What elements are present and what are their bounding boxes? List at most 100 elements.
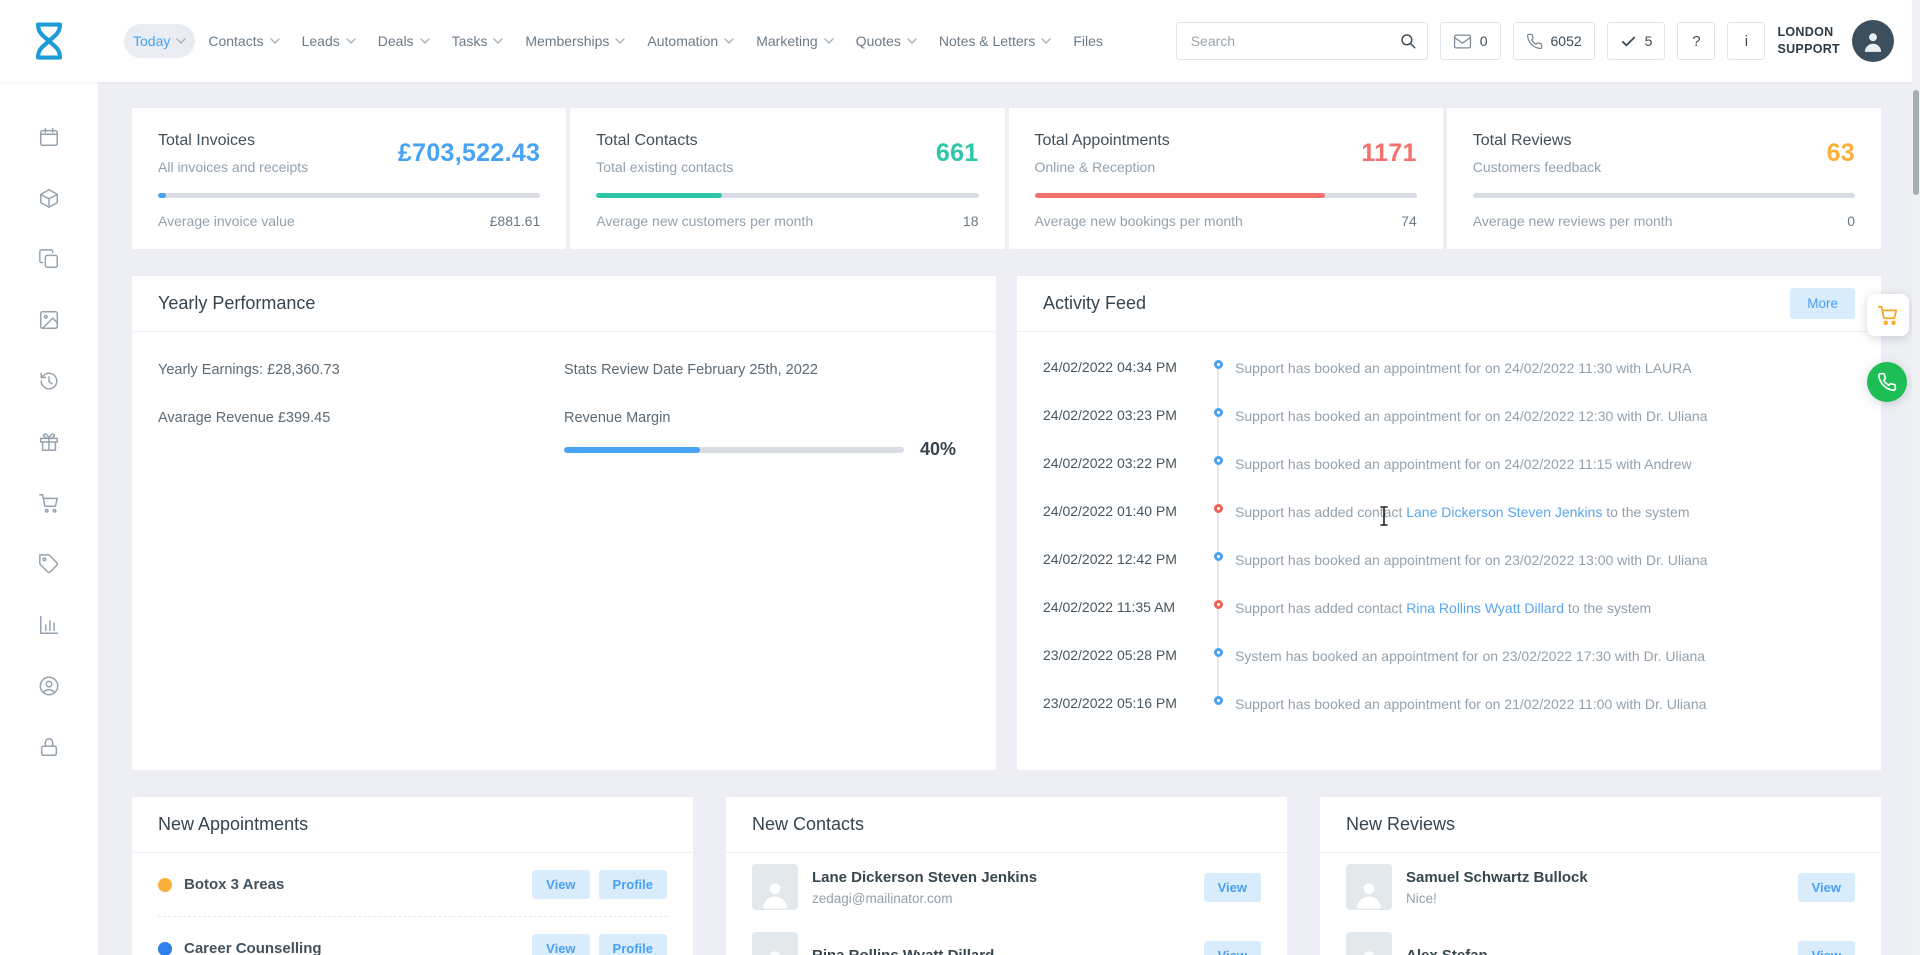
nav-item[interactable]: Quotes [847,24,926,58]
topbar-right: 0 6052 5 ? i LONDON SUPPORT [1175,20,1894,62]
feed-text: System has booked an appointment for on … [1235,646,1855,665]
package-icon[interactable] [38,187,60,209]
more-button[interactable]: More [1790,288,1855,319]
stat-footer-label: Average new bookings per month [1034,213,1243,229]
copy-icon[interactable] [38,248,60,270]
nav-item-label: Contacts [208,33,264,49]
view-button[interactable]: View [1797,940,1855,955]
chevron-down-icon [493,38,504,44]
profile-button[interactable]: Profile [598,934,667,955]
review-row: Samuel Schwartz Bullock Nice! View [1346,853,1855,921]
nav-item-label: Today [133,33,171,49]
scrollbar[interactable] [1912,0,1920,955]
activity-feed-list: 24/02/2022 04:34 PM Support has booked a… [1017,332,1881,770]
appointment-row: Career Counselling View Profile [158,917,667,955]
reviewer-name: Samuel Schwartz Bullock [1406,868,1588,886]
calendar-icon[interactable] [38,126,60,148]
view-button[interactable]: View [532,870,590,899]
stat-value: 1171 [1361,139,1417,167]
contact-link[interactable]: Rina Rollins Wyatt Dillard [1406,600,1564,616]
contact-email: zedagi@mailinator.com [812,890,953,906]
chevron-down-icon [346,38,356,44]
search-input[interactable] [1190,33,1399,49]
help-button[interactable]: ? [1677,22,1716,60]
chart-icon[interactable] [38,614,60,636]
nav-item[interactable]: Today [124,24,196,58]
search-icon[interactable] [1399,32,1417,50]
tag-icon[interactable] [38,553,60,575]
mail-badge-button[interactable]: 0 [1439,22,1501,60]
feed-timestamp: 23/02/2022 05:28 PM [1043,647,1177,663]
feed-text-pre: Support has added contact [1235,504,1407,520]
chevron-down-icon [823,38,834,44]
location-line1: LONDON [1777,25,1834,40]
feed-dot [1213,600,1223,609]
scrollbar-thumb[interactable] [1913,90,1919,195]
appointment-label: Career Counselling [184,940,322,955]
view-button[interactable]: View [1203,940,1261,955]
view-button[interactable]: View [1797,872,1855,902]
feed-dot [1213,648,1223,657]
floating-cart-button[interactable] [1867,294,1909,336]
chevron-down-icon [724,38,734,44]
stat-footer-value: 74 [1401,213,1417,229]
nav-item[interactable]: Files [1064,24,1112,58]
average-revenue: Avarage Revenue £399.45 [158,410,331,426]
nav-item[interactable]: Deals [369,24,439,58]
middle-row: Yearly Performance Yearly Earnings: £28,… [132,276,1881,770]
stat-progressbar [1034,193,1417,198]
user-circle-icon[interactable] [38,675,60,697]
lock-icon[interactable] [38,736,60,758]
new-reviews-title: New Reviews [1346,814,1456,834]
chevron-down-icon [907,38,917,44]
revenue-margin-label: Revenue Margin [564,410,671,426]
topbar: Today Contacts Leads Deals Tasks Members… [0,0,1920,82]
tasks-count: 5 [1644,33,1653,49]
appointment-row: Botox 3 Areas View Profile [158,853,667,917]
stat-footer-value: 0 [1847,213,1855,229]
stat-progress-fill [1034,193,1325,198]
tasks-badge-button[interactable]: 5 [1606,22,1666,60]
nav-item[interactable]: Tasks [443,24,513,58]
nav-item[interactable]: Notes & Letters [930,24,1061,58]
white-phone-icon [1878,372,1897,392]
reviewer-avatar [1346,932,1392,955]
appointment-dot [158,877,172,892]
nav-item[interactable]: Contacts [199,24,288,58]
nav-item[interactable]: Memberships [516,24,634,58]
activity-feed-item: 23/02/2022 05:16 PM Support has booked a… [1043,694,1855,713]
stat-subtitle: Total existing contacts [596,159,734,175]
stats-review-date: Stats Review Date February 25th, 2022 [564,362,818,378]
contact-name: Rina Rollins Wyatt Dillard [812,946,995,955]
app-logo[interactable] [0,19,98,63]
info-button[interactable]: i [1727,22,1766,60]
gift-icon[interactable] [38,431,60,453]
phone-icon [1526,33,1542,49]
history-icon[interactable] [38,370,60,392]
contact-avatar [752,864,798,910]
feed-text-post: to the system [1564,600,1652,616]
stat-title: Total Invoices [158,132,255,149]
contact-name: Lane Dickerson Steven Jenkins [812,868,1038,886]
stat-title: Total Contacts [596,132,698,149]
nav-item[interactable]: Marketing [747,24,842,58]
image-icon[interactable] [38,309,60,331]
floating-phone-button[interactable] [1867,362,1907,402]
hourglass-logo-icon [35,22,63,60]
view-button[interactable]: View [532,934,590,955]
phone-badge-button[interactable]: 6052 [1512,22,1595,60]
contact-link[interactable]: Lane Dickerson Steven Jenkins [1406,504,1602,520]
feed-dot [1213,360,1223,369]
stat-footer-label: Average new customers per month [596,213,814,229]
nav-item-label: Files [1073,33,1103,49]
feed-dot [1213,552,1223,561]
profile-button[interactable]: Profile [598,870,667,899]
user-avatar[interactable] [1852,20,1894,62]
cart-icon[interactable] [38,492,60,514]
feed-timestamp: 24/02/2022 03:22 PM [1043,455,1177,471]
view-button[interactable]: View [1203,872,1261,902]
nav-item[interactable]: Leads [293,24,365,58]
reviewer-name: Alex Stefan [1406,946,1488,955]
nav-item[interactable]: Automation [638,24,743,58]
appointment-label: Botox 3 Areas [184,876,285,893]
